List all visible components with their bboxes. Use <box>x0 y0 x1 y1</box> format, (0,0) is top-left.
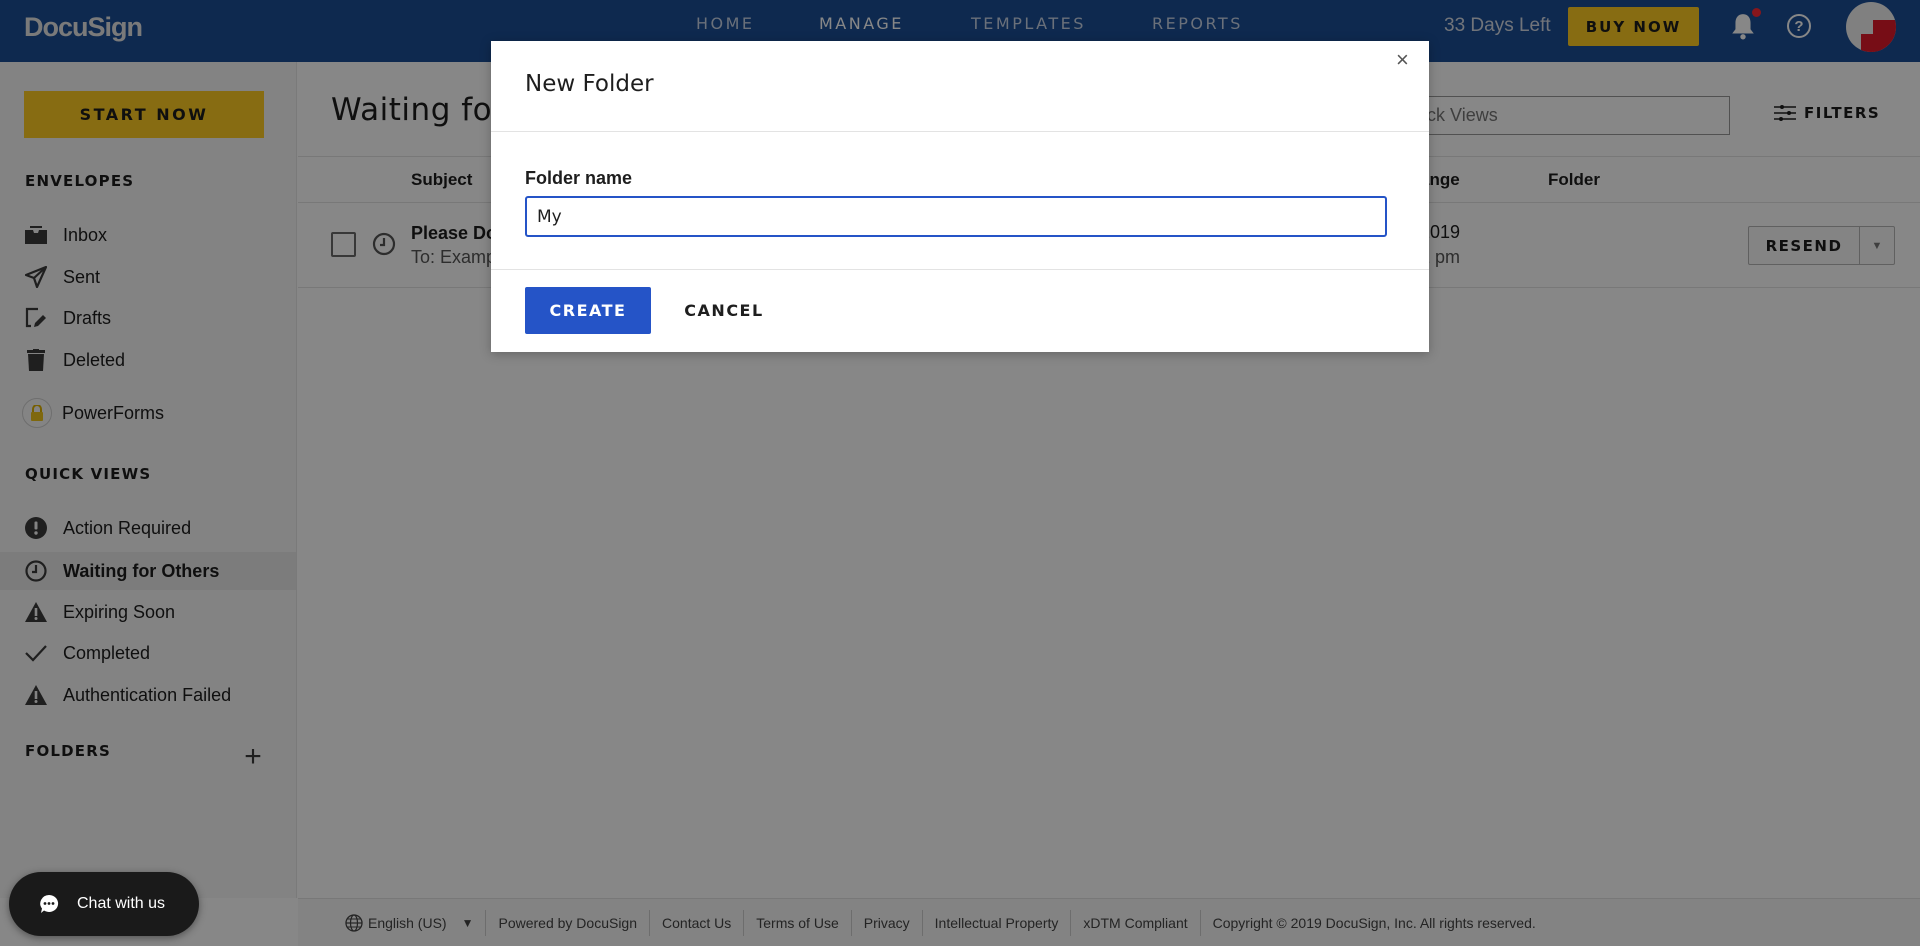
divider <box>491 269 1429 270</box>
close-icon[interactable]: × <box>1396 49 1409 71</box>
chat-label: Chat with us <box>77 895 166 912</box>
chat-with-us-button[interactable]: Chat with us <box>9 872 199 936</box>
chat-bubble-icon <box>40 894 59 913</box>
divider <box>491 131 1429 132</box>
cancel-button[interactable]: CANCEL <box>669 287 779 334</box>
dialog-title: New Folder <box>525 71 654 97</box>
create-button[interactable]: CREATE <box>525 287 651 334</box>
folder-name-input[interactable] <box>525 196 1387 237</box>
new-folder-dialog: New Folder × Folder name CREATE CANCEL <box>491 41 1429 352</box>
folder-name-label: Folder name <box>525 168 633 188</box>
